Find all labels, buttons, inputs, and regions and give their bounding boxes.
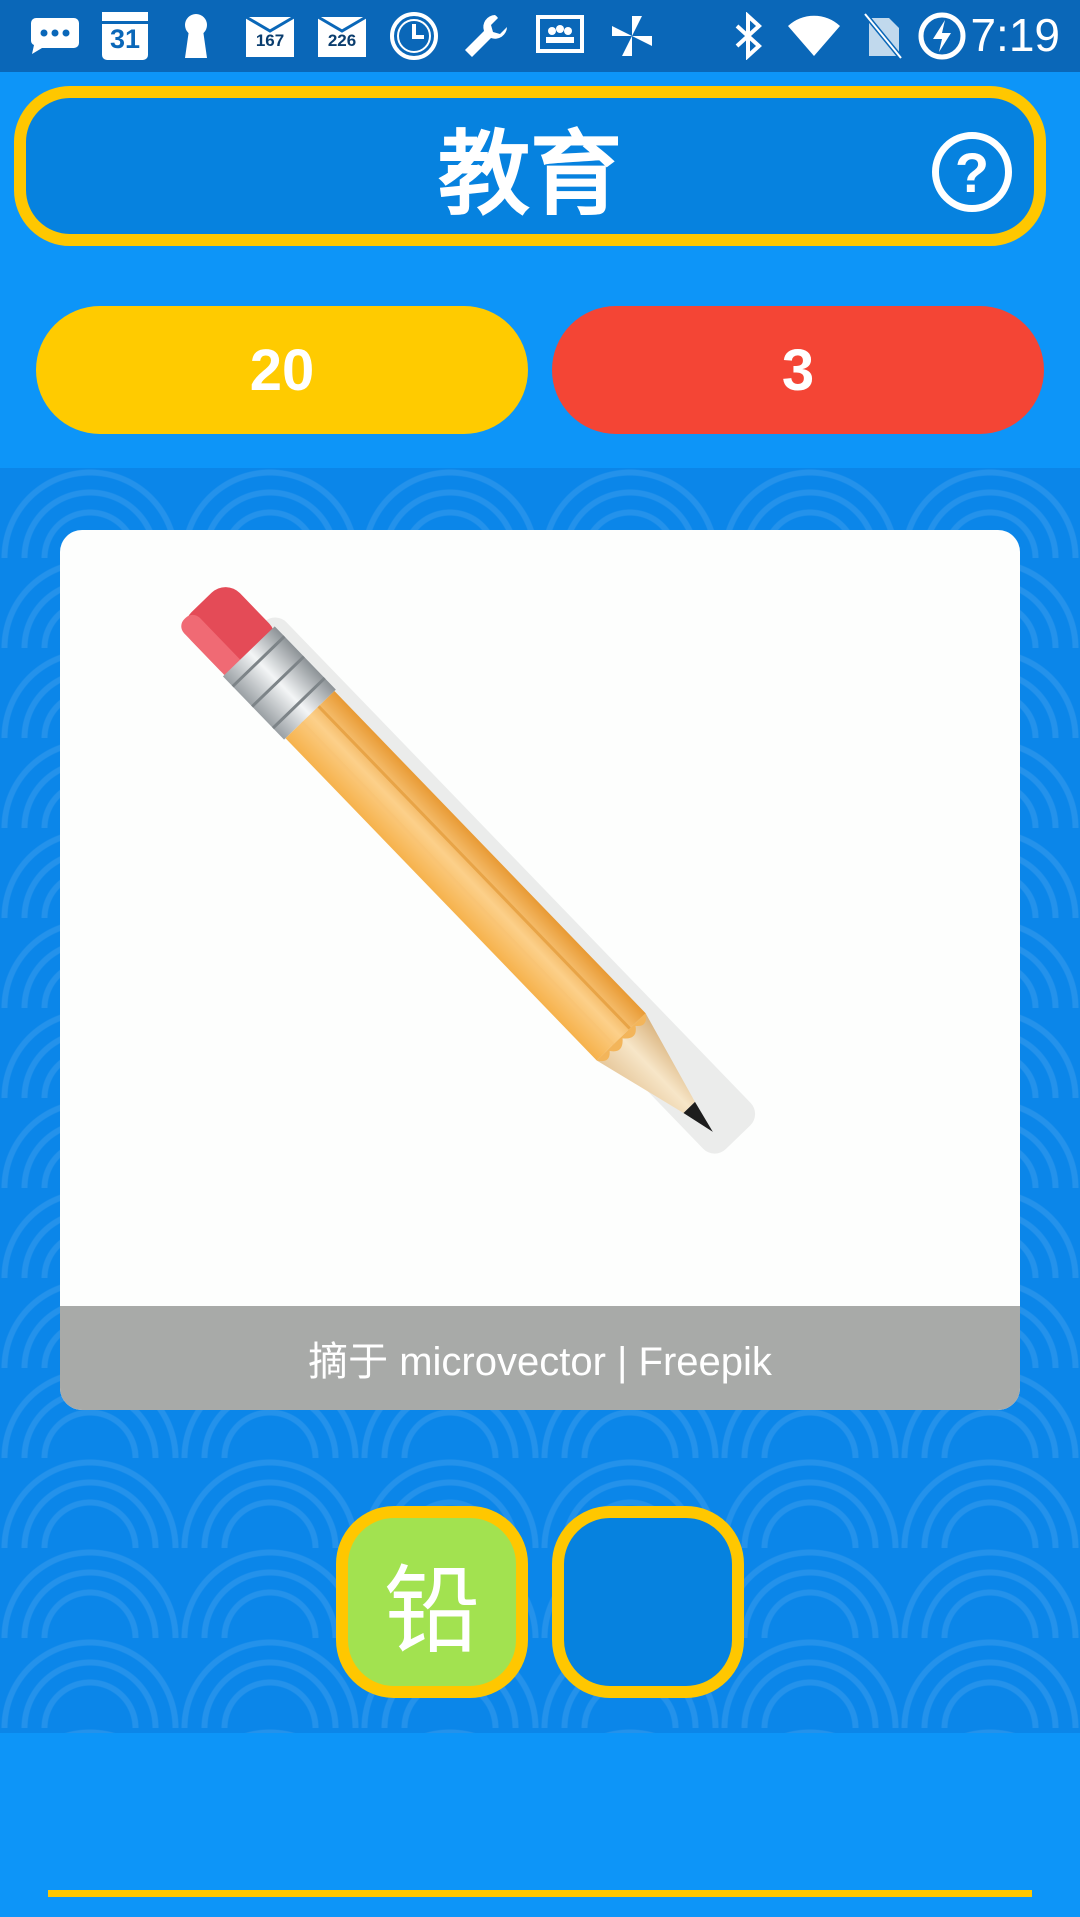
status-time: 7:19 xyxy=(970,9,1060,61)
no-sim-icon xyxy=(858,10,908,62)
category-title: 教育 xyxy=(437,120,622,228)
answer-slot-2[interactable] xyxy=(552,1506,744,1698)
help-button[interactable]: ? xyxy=(932,132,1012,212)
mail-badge-icon: 167 xyxy=(242,10,298,62)
calendar-day: 31 xyxy=(109,24,141,54)
mail-badge-count: 226 xyxy=(327,31,357,50)
pinwheel-icon xyxy=(604,10,660,62)
answer-slot-1[interactable]: 铅 xyxy=(336,1506,528,1698)
status-bar: 31 167 226 7:19 xyxy=(0,0,1080,72)
bluetooth-icon xyxy=(728,10,768,62)
battery-charging-icon xyxy=(914,10,970,62)
correct-count-badge: 20 xyxy=(36,306,528,434)
keyhole-icon xyxy=(178,10,214,62)
clock-icon xyxy=(386,10,442,62)
chat-icon xyxy=(26,10,82,62)
mail-badge-count: 167 xyxy=(255,31,285,50)
wrench-icon xyxy=(458,10,514,62)
category-header: 教育 ? xyxy=(14,86,1046,246)
image-credit: 摘于 microvector | Freepik xyxy=(60,1306,1020,1410)
pencil-image xyxy=(181,587,756,1154)
wifi-icon xyxy=(784,10,844,62)
mail-badge-icon: 226 xyxy=(314,10,370,62)
calendar-icon: 31 xyxy=(100,10,150,62)
help-icon: ? xyxy=(954,140,990,204)
slideshow-icon xyxy=(532,10,588,62)
wrong-count-badge: 3 xyxy=(552,306,1044,434)
bottom-divider xyxy=(48,1890,1032,1897)
picture-card: 摘于 microvector | Freepik xyxy=(60,530,1020,1410)
